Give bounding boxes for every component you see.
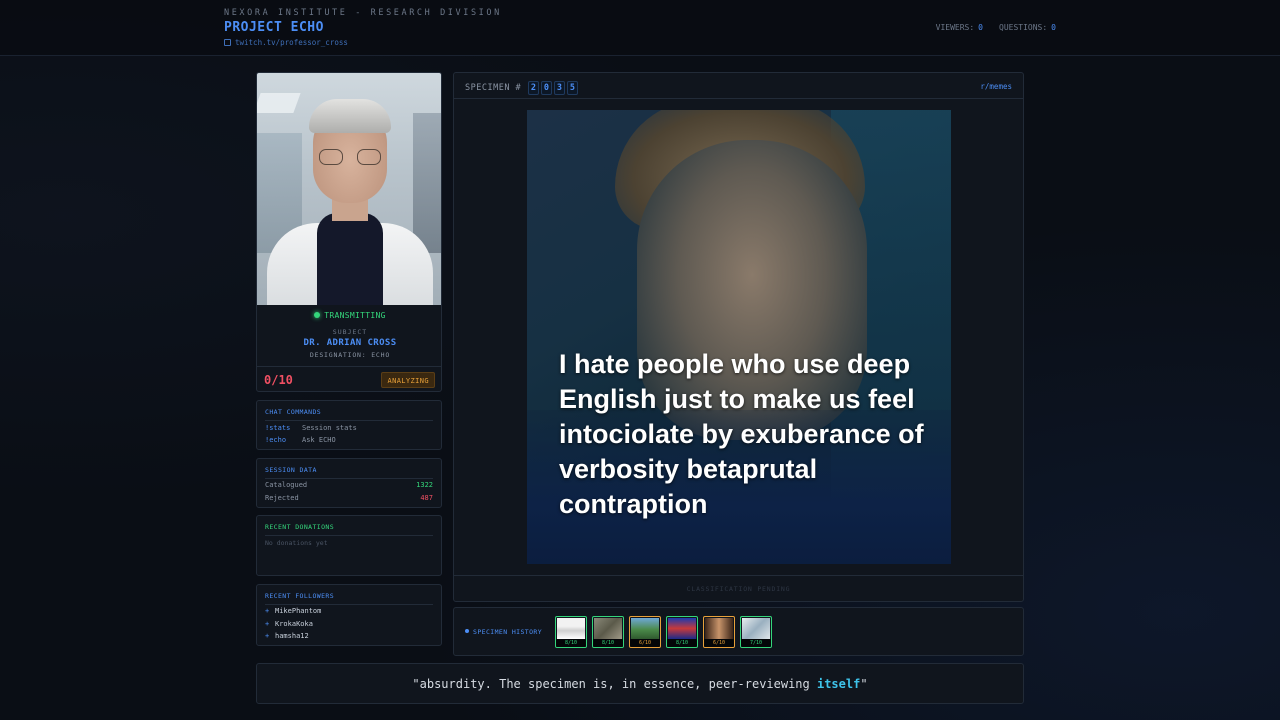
rejected-label: Rejected (265, 494, 299, 502)
recent-followers-panel: RECENT FOLLOWERS + MikePhantom + KrokaKoka… (256, 584, 442, 646)
catalogued-row: Catalogued 1322 (265, 481, 433, 491)
viewers-label: VIEWERS: (935, 23, 975, 32)
follower-item: + KrokaKoka (265, 620, 313, 628)
viewers-count: 0 (978, 23, 983, 32)
quote-end: " (860, 677, 868, 691)
history-label-text: SPECIMEN HISTORY (473, 628, 543, 636)
echo-quote-panel: "absurdity. The specimen is, in essence,… (256, 663, 1024, 704)
specimen-digit: 5 (567, 81, 579, 95)
subject-profile-card: TRANSMITTING SUBJECT DR. ADRIAN CROSS DE… (256, 72, 442, 392)
recent-followers-title: RECENT FOLLOWERS (265, 592, 433, 605)
echo-quote: "absurdity. The specimen is, in essence,… (257, 677, 1023, 691)
specimen-label: SPECIMEN # (465, 83, 522, 93)
command-desc: Ask ECHO (302, 436, 336, 444)
header-stats: VIEWERS: 0 QUESTIONS: 0 (936, 23, 1056, 32)
catalogued-count: 1322 (416, 481, 433, 489)
questions-count: 0 (1051, 23, 1056, 32)
quote-highlight: itself (816, 677, 861, 691)
command-name: !stats (265, 424, 291, 432)
rejected-row: Rejected 487 (265, 494, 433, 504)
analyzing-badge: ANALYZING (381, 372, 435, 388)
questions-stat: QUESTIONS: 0 (999, 23, 1056, 32)
command-desc: Session stats (302, 424, 357, 432)
questions-label: QUESTIONS: (999, 23, 1048, 32)
status-label: TRANSMITTING (324, 311, 386, 320)
subject-photo (257, 73, 441, 305)
specimen-meme-image: I hate people who use deep English just … (527, 110, 951, 564)
thumbnail-score: 8/10 (593, 639, 623, 647)
project-title: PROJECT ECHO (224, 20, 324, 35)
quote-text: "absurdity. The specimen is, in essence,… (412, 677, 817, 691)
thumbnail-score: 7/10 (741, 639, 771, 647)
history-thumbnails: 8/10 8/10 6/10 8/10 6/10 7/10 (555, 616, 772, 648)
classification-status: CLASSIFICATION PENDING (686, 585, 791, 593)
follower-name: KrokaKoka (275, 620, 313, 628)
specimen-panel: SPECIMEN # 2 0 3 5 r/memes I hate people… (453, 72, 1024, 602)
follower-item: + MikePhantom (265, 607, 322, 615)
session-data-panel: SESSION DATA Catalogued 1322 Rejected 48… (256, 458, 442, 508)
follower-name: hamsha12 (275, 632, 309, 640)
subject-label: SUBJECT (332, 328, 368, 336)
specimen-history-label: SPECIMEN HISTORY (465, 628, 542, 636)
session-data-title: SESSION DATA (265, 466, 433, 479)
subject-name: DR. ADRIAN CROSS (303, 338, 397, 348)
chat-commands-panel: CHAT COMMANDS !stats Session stats !echo… (256, 400, 442, 450)
rejected-count: 487 (420, 494, 433, 502)
classification-bar: CLASSIFICATION PENDING (454, 575, 1023, 601)
command-row: !echo Ask ECHO (265, 436, 433, 446)
live-dot-icon (314, 312, 321, 318)
recent-donations-panel: RECENT DONATIONS No donations yet (256, 515, 442, 576)
viewers-stat: VIEWERS: 0 (936, 23, 983, 32)
donations-empty-text: No donations yet (265, 539, 328, 547)
org-name: NEXORA INSTITUTE - RESEARCH DIVISION (224, 8, 502, 18)
history-thumbnail[interactable]: 8/10 (666, 616, 698, 648)
follower-name: MikePhantom (275, 607, 322, 615)
specimen-digit: 0 (541, 81, 553, 95)
subreddit-source[interactable]: r/memes (980, 82, 1012, 91)
specimen-digit: 2 (528, 81, 540, 95)
thumbnail-score: 6/10 (630, 639, 660, 647)
chat-commands-title: CHAT COMMANDS (265, 408, 433, 421)
thumbnail-score: 8/10 (556, 639, 586, 647)
subject-designation: DESIGNATION: ECHO (309, 351, 391, 359)
thumbnail-score: 6/10 (704, 639, 734, 647)
specimen-history-panel: SPECIMEN HISTORY 8/10 8/10 6/10 8/10 6/1… (453, 607, 1024, 656)
specimen-header: SPECIMEN # 2 0 3 5 r/memes (454, 73, 1023, 99)
history-thumbnail[interactable]: 6/10 (703, 616, 735, 648)
history-thumbnail[interactable]: 7/10 (740, 616, 772, 648)
command-row: !stats Session stats (265, 424, 433, 434)
transmitting-status: TRANSMITTING (257, 311, 441, 320)
top-header: NEXORA INSTITUTE - RESEARCH DIVISION PRO… (0, 0, 1280, 56)
specimen-digit: 3 (554, 81, 566, 95)
channel-link[interactable]: twitch.tv/professor_cross (224, 38, 348, 47)
history-thumbnail[interactable]: 8/10 (592, 616, 624, 648)
score-bar: 0/10 ANALYZING (257, 366, 441, 391)
specimen-number: SPECIMEN # 2 0 3 5 (465, 81, 579, 95)
current-score: 0/10 (264, 373, 293, 387)
specimen-digits: 2 0 3 5 (526, 81, 579, 95)
meme-caption: I hate people who use deep English just … (559, 349, 924, 519)
catalogued-label: Catalogued (265, 481, 308, 489)
thumbnail-score: 8/10 (667, 639, 697, 647)
channel-url: twitch.tv/professor_cross (235, 38, 348, 47)
bullet-icon (465, 629, 469, 633)
follower-item: + hamsha12 (265, 632, 309, 640)
history-thumbnail[interactable]: 6/10 (629, 616, 661, 648)
twitch-icon (224, 39, 231, 46)
recent-donations-title: RECENT DONATIONS (265, 523, 433, 536)
history-thumbnail[interactable]: 8/10 (555, 616, 587, 648)
command-name: !echo (265, 436, 287, 444)
